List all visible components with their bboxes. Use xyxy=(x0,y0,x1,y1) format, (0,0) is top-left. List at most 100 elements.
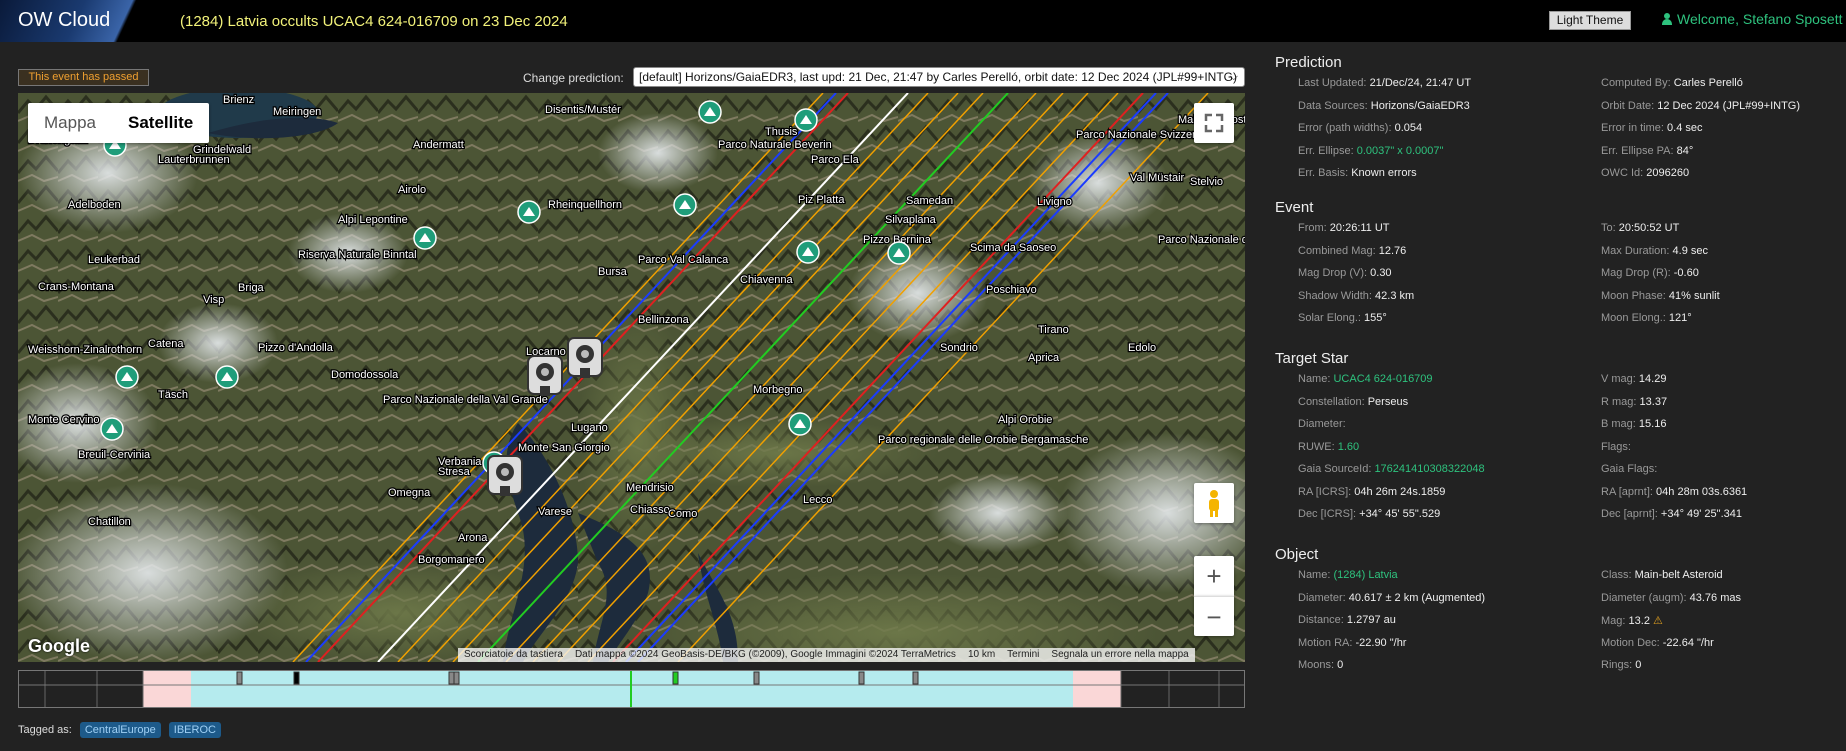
map-place-label: Borgomanero xyxy=(418,554,485,566)
detail-row: Dec [aprnt]: +34° 49' 25".341 xyxy=(1601,508,1742,520)
detail-row: Dec [ICRS]: +34° 45' 55".529 xyxy=(1298,508,1440,520)
detail-row: Mag Drop (R): -0.60 xyxy=(1601,267,1699,279)
detail-link[interactable]: 0.0037" x 0.0007" xyxy=(1357,145,1444,157)
event-title: (1284) Latvia occults UCAC4 624-016709 o… xyxy=(180,13,568,30)
map-place-label: Leukerbad xyxy=(88,254,140,266)
map-place-label: Samedan xyxy=(906,195,953,207)
map-scale[interactable]: 10 km xyxy=(962,648,1001,662)
telescope-icon[interactable] xyxy=(487,455,523,496)
section-title-event: Event xyxy=(1275,199,1314,216)
mountain-pin-icon[interactable] xyxy=(517,200,541,224)
detail-value: +34° 45' 55".529 xyxy=(1359,508,1441,520)
map-place-label: Como xyxy=(668,508,697,520)
detail-key: Combined Mag: xyxy=(1298,244,1376,257)
map-place-label: Catena xyxy=(148,338,184,350)
pegman-icon xyxy=(1209,490,1219,517)
street-view-button[interactable] xyxy=(1194,483,1234,523)
map-place-label: Parco regionale delle Orobie Bergamasche xyxy=(878,434,1088,446)
detail-key: Diameter: xyxy=(1298,591,1346,604)
detail-key: Err. Basis: xyxy=(1298,167,1349,179)
keyboard-shortcuts-link[interactable]: Scorciatoie da tastiera xyxy=(458,648,569,662)
telescope-icon[interactable] xyxy=(527,355,563,396)
occultation-map[interactable]: Brienz Meiringen Disentis/Mustér Grindelwal… xyxy=(18,93,1245,662)
detail-value: 20:26:11 UT xyxy=(1329,222,1390,234)
detail-key: Error (path widths): xyxy=(1298,122,1392,134)
detail-key: V mag: xyxy=(1601,373,1636,385)
detail-link[interactable]: 176241410308322048 xyxy=(1374,463,1484,475)
map-place-label: Rheinquellhorn xyxy=(548,199,622,211)
map-place-label: Brienz xyxy=(223,94,254,106)
map-place-label: Aprica xyxy=(1028,352,1060,364)
map-type-satellite[interactable]: Satellite xyxy=(112,103,209,143)
event-passed-badge: This event has passed xyxy=(18,69,149,86)
detail-value: Horizons/GaiaEDR3 xyxy=(1370,99,1470,112)
detail-value: 15.16 xyxy=(1638,418,1667,430)
google-logo: Google xyxy=(28,636,90,656)
map-place-label: Briga xyxy=(238,282,265,294)
fullscreen-button[interactable] xyxy=(1194,103,1234,143)
mountain-pin-icon[interactable] xyxy=(413,226,437,250)
report-error-link[interactable]: Segnala un errore nella mappa xyxy=(1045,648,1194,662)
map-type-mappa[interactable]: Mappa xyxy=(28,103,112,143)
mountain-pin-icon[interactable] xyxy=(698,100,722,124)
detail-row: RA [ICRS]: 04h 26m 24s.1859 xyxy=(1298,486,1445,498)
mountain-pin-icon[interactable] xyxy=(794,108,818,132)
detail-value: 14.29 xyxy=(1638,373,1667,385)
map-place-label: Mendrisio xyxy=(626,482,674,494)
map-place-label: Tirano xyxy=(1038,324,1069,336)
map-place-label: Stelvio xyxy=(1190,176,1223,188)
detail-key: OWC Id: xyxy=(1601,167,1644,179)
detail-key: Gaia SourceId: xyxy=(1298,463,1372,475)
detail-row: Combined Mag: 12.76 xyxy=(1298,245,1406,257)
detail-value: 04h 28m 03s.6361 xyxy=(1656,485,1748,498)
mountain-pin-icon[interactable] xyxy=(796,240,820,264)
mountain-pin-icon[interactable] xyxy=(887,241,911,265)
map-place-label: Visp xyxy=(203,294,224,306)
map-place-label: Bursa xyxy=(598,266,628,278)
detail-link[interactable]: (1284) Latvia xyxy=(1333,569,1397,581)
map-place-label: Meiringen xyxy=(273,106,321,118)
telescope-icon[interactable] xyxy=(567,337,603,378)
map-place-label: Andermatt xyxy=(413,139,464,151)
terms-link[interactable]: Termini xyxy=(1001,648,1045,662)
detail-row: Mag: 13.2 ⚠ xyxy=(1601,614,1663,627)
map-place-label: Poschiavo xyxy=(986,284,1037,296)
map-place-label: Monte Cervino xyxy=(28,414,100,426)
detail-link[interactable]: 1.60 xyxy=(1338,441,1359,453)
map-place-label: Monte San Giorgio xyxy=(518,442,610,454)
event-timeline[interactable] xyxy=(18,670,1245,708)
section-title-prediction: Prediction xyxy=(1275,54,1342,71)
mountain-pin-icon[interactable] xyxy=(673,193,697,217)
detail-link[interactable]: UCAC4 624-016709 xyxy=(1333,373,1432,385)
mountain-pin-icon[interactable] xyxy=(100,417,124,441)
detail-key: To: xyxy=(1601,222,1616,234)
detail-value: 41% sunlit xyxy=(1668,289,1720,302)
light-theme-button[interactable]: Light Theme xyxy=(1549,11,1631,30)
detail-key: Flags: xyxy=(1601,440,1631,453)
map-place-label: Silvaplana xyxy=(885,214,937,226)
detail-value: 0 xyxy=(1635,659,1642,671)
detail-row: Name: (1284) Latvia xyxy=(1298,569,1398,581)
warning-icon: ⚠ xyxy=(1649,615,1663,627)
detail-key: Mag Drop (R): xyxy=(1601,267,1671,279)
mountain-pin-icon[interactable] xyxy=(215,365,239,389)
detail-value: 13.37 xyxy=(1639,395,1668,408)
map-place-label: Val Müstair xyxy=(1130,172,1185,184)
detail-key: Distance: xyxy=(1298,614,1344,626)
zoom-in-button[interactable]: + xyxy=(1194,556,1234,596)
tag-centraleurope[interactable]: CentralEurope xyxy=(79,722,161,738)
detail-key: Max Duration: xyxy=(1601,244,1670,257)
app-logo[interactable]: OW Cloud xyxy=(0,0,170,42)
map-place-label: Sondrio xyxy=(940,342,978,354)
prediction-select[interactable]: [default] Horizons/GaiaEDR3, last upd: 2… xyxy=(633,67,1245,87)
map-place-label: Parco Naturale Beverin xyxy=(718,139,832,151)
mountain-pin-icon[interactable] xyxy=(788,412,812,436)
map-place-label: Breuil-Cervinia xyxy=(78,449,151,461)
detail-row: Data Sources: Horizons/GaiaEDR3 xyxy=(1298,100,1470,112)
detail-row: OWC Id: 2096260 xyxy=(1601,167,1689,179)
map-place-label: Edolo xyxy=(1128,342,1156,354)
mountain-pin-icon[interactable] xyxy=(115,365,139,389)
welcome-link[interactable]: Welcome, Stefano Sposett xyxy=(1662,11,1843,27)
tag-iberoc[interactable]: IBEROC xyxy=(168,722,221,738)
zoom-out-button[interactable]: − xyxy=(1194,596,1234,636)
